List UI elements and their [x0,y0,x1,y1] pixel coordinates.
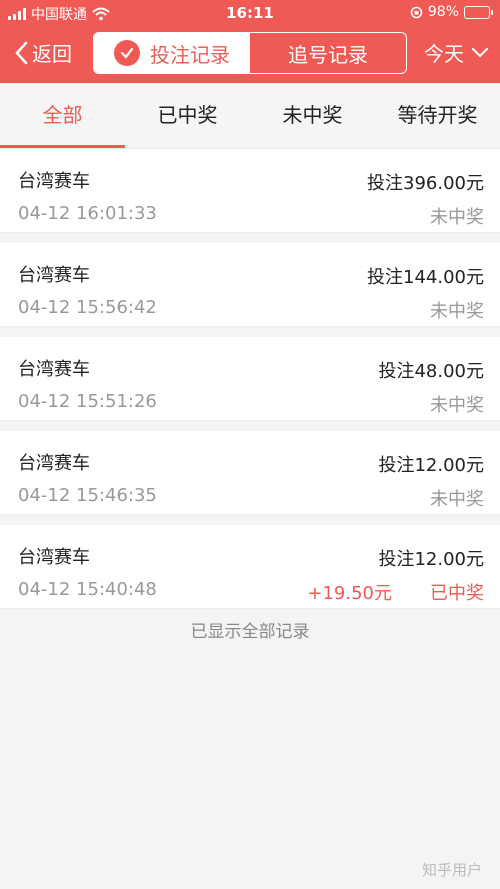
record-name: 台湾赛车 [18,547,90,568]
tab-not-won[interactable]: 未中奖 [250,83,375,148]
tab-pending[interactable]: 等待开奖 [375,83,500,148]
orientation-lock-icon [410,6,423,18]
date-filter-label: 今天 [424,42,464,66]
filter-tabs: 全部 已中奖 未中奖 等待开奖 [0,83,500,149]
record-time: 04-12 16:01:33 [18,203,157,224]
record-amount: 投注48.00元 [378,361,484,382]
header-bar: 中国联通 16:11 98% 返回 投注记录 追号记录 今天 [0,0,500,83]
record-list: 台湾赛车 投注396.00元 04-12 16:01:33 未中奖 台湾赛车 投… [0,149,500,619]
record-amount: 投注144.00元 [367,267,484,288]
record-time: 04-12 15:51:26 [18,391,157,412]
record-result: 未中奖 [430,395,484,416]
record-time: 04-12 15:56:42 [18,297,157,318]
tab-all[interactable]: 全部 [0,83,125,148]
record-amount: 投注396.00元 [367,173,484,194]
record-gain: +19.50元 [307,583,392,604]
battery-icon [464,5,493,19]
segment-label: 追号记录 [288,42,368,67]
status-bar: 中国联通 16:11 98% [0,0,500,26]
record-result: 未中奖 [430,207,484,228]
record-row[interactable]: 台湾赛车 投注48.00元 04-12 15:51:26 未中奖 [0,337,500,421]
list-end-text: 已显示全部记录 [190,622,310,642]
watermark: 知乎用户 [421,861,482,879]
record-name: 台湾赛车 [18,453,90,474]
record-result: 已中奖 [430,583,484,604]
record-row[interactable]: 台湾赛车 投注396.00元 04-12 16:01:33 未中奖 [0,149,500,233]
chevron-left-icon [15,41,28,64]
record-time: 04-12 15:46:35 [18,485,157,506]
back-label: 返回 [32,42,72,66]
record-name: 台湾赛车 [18,359,90,380]
record-amount: 投注12.00元 [378,455,484,476]
record-row[interactable]: 台湾赛车 投注144.00元 04-12 15:56:42 未中奖 [0,243,500,327]
record-name: 台湾赛车 [18,171,90,192]
segment-label: 投注记录 [150,42,230,67]
record-name: 台湾赛车 [18,265,90,286]
check-icon [114,40,140,66]
record-amount: 投注12.00元 [378,549,484,570]
back-button[interactable]: 返回 [14,38,72,67]
segment-chase-records[interactable]: 追号记录 [250,33,406,73]
record-row[interactable]: 台湾赛车 投注12.00元 04-12 15:40:48 +19.50元 已中奖 [0,525,500,609]
battery-percent: 98% [427,4,459,20]
nav-row: 返回 投注记录 追号记录 今天 [0,30,500,76]
status-right: 98% [410,4,493,20]
record-type-segment: 投注记录 追号记录 [93,32,407,74]
record-result: 未中奖 [430,301,484,322]
segment-bet-records[interactable]: 投注记录 [94,33,250,73]
record-row[interactable]: 台湾赛车 投注12.00元 04-12 15:46:35 未中奖 [0,431,500,515]
chevron-down-icon [472,47,488,57]
record-result: 未中奖 [430,489,484,510]
date-filter-dropdown[interactable]: 今天 [424,38,488,67]
record-time: 04-12 15:40:48 [18,579,157,600]
tab-won[interactable]: 已中奖 [125,83,250,148]
